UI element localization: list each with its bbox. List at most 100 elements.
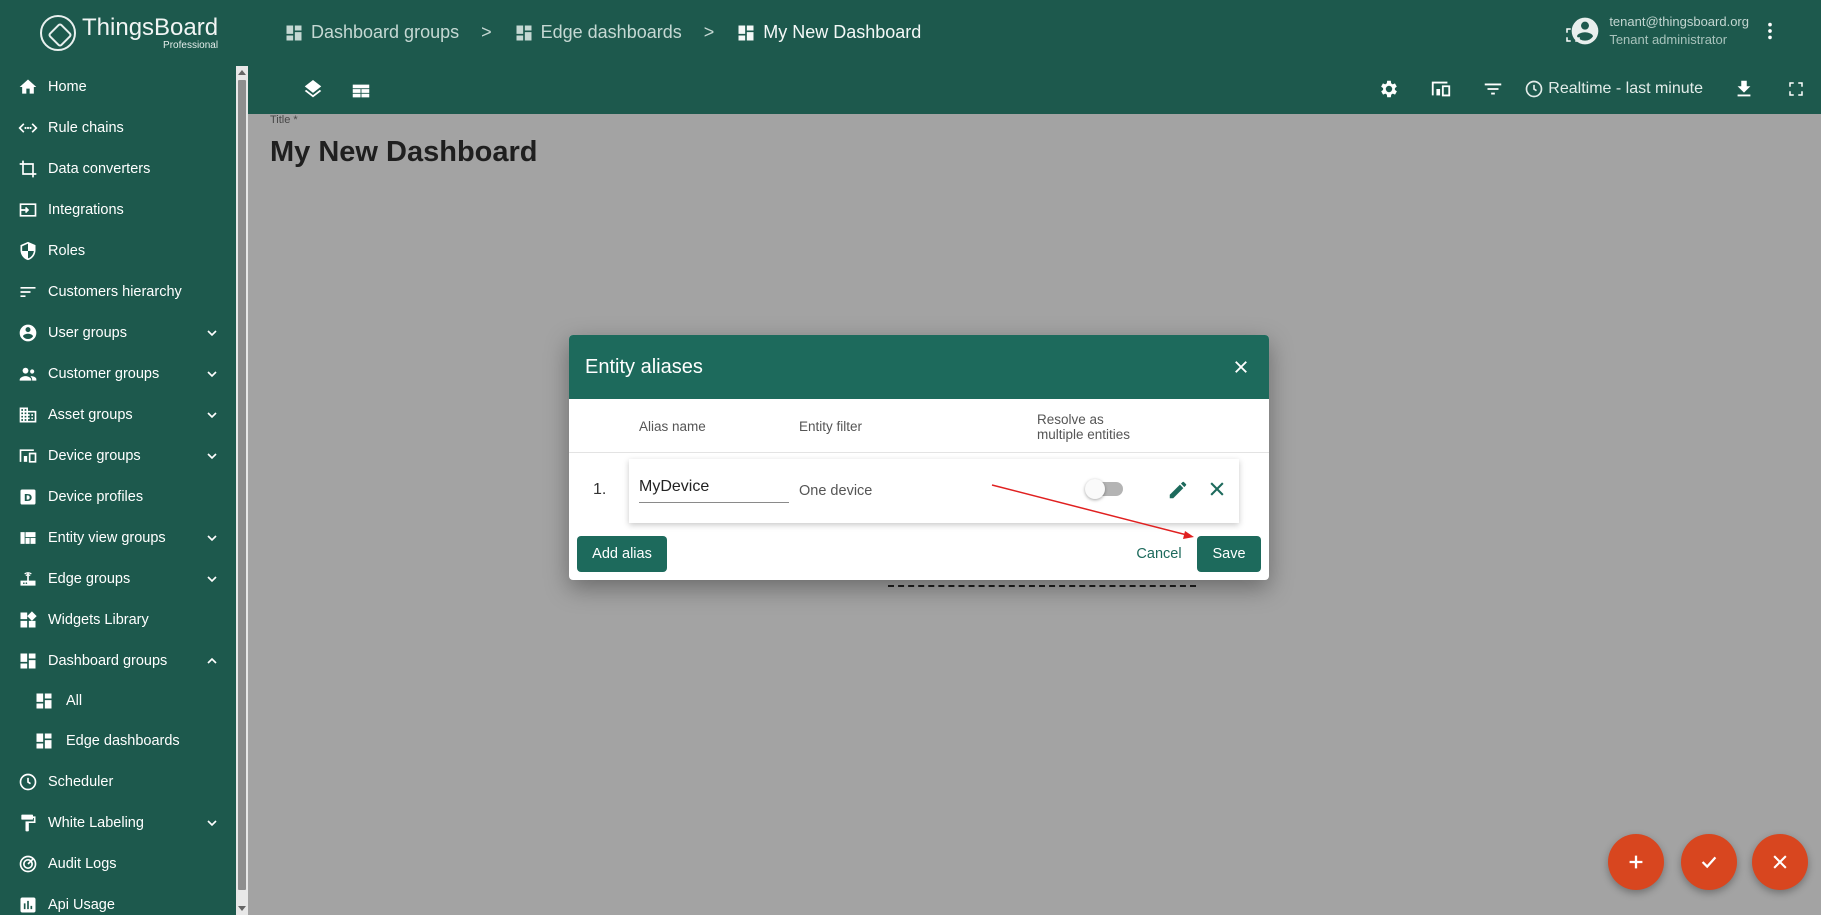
breadcrumb-label: My New Dashboard [763,22,922,42]
sidebar-scrollbar[interactable] [236,66,248,915]
cancel-button[interactable]: Cancel [1127,536,1191,572]
layout-icon[interactable] [350,80,372,102]
sidebar-item-data-converters[interactable]: Data converters [0,148,236,189]
decline-changes-button[interactable] [1752,834,1808,890]
alias-name-input[interactable]: MyDevice [639,475,789,503]
dashboard-toolbar-right: Realtime - last minute [1378,78,1821,100]
sidebar-item-label: Widgets Library [48,611,149,628]
settings-icon[interactable] [1378,78,1400,100]
sidebar-item-label: Dashboard groups [48,652,168,669]
home-icon [17,76,39,98]
view-quilt-icon [17,527,39,549]
user-menu[interactable]: tenant@thingsboard.org Tenant administra… [1569,14,1781,47]
row-number: 1. [593,481,607,498]
sidebar-item-label: User groups [48,324,127,341]
sort-icon [17,281,39,303]
dashboard-icon [17,650,39,672]
dashboard-title-input[interactable]: My New Dashboard [270,136,538,169]
close-icon[interactable] [1229,355,1253,379]
sidebar-item-customer-groups[interactable]: Customer groups [0,353,236,394]
logo-edition: Professional [163,39,219,51]
scroll-down-arrow-icon[interactable] [238,906,246,911]
user-role: Tenant administrator [1609,32,1728,47]
title-field-label: Title * [270,114,298,126]
sidebar-item-label: Data converters [48,160,151,177]
sidebar-item-widgets-library[interactable]: Widgets Library [0,599,236,640]
sidebar-item-audit-logs[interactable]: Audit Logs [0,843,236,884]
sidebar-item-customers-hierarchy[interactable]: Customers hierarchy [0,271,236,312]
sidebar-item-white-labeling[interactable]: White Labeling [0,802,236,843]
device-profile-icon: D [17,486,39,508]
download-icon[interactable] [1733,78,1755,100]
plus-icon [1629,855,1643,869]
chevron-down-icon [207,453,217,460]
dashboard-icon [286,25,302,40]
chevron-down-icon [207,535,217,542]
clock-icon [1525,80,1543,98]
sidebar-item-rule-chains[interactable]: Rule chains [0,107,236,148]
sidebar-item-entity-view-groups[interactable]: Entity view groups [0,517,236,558]
chevron-down-icon [207,371,217,378]
sidebar-item-api-usage[interactable]: Api Usage [0,884,236,915]
close-icon[interactable] [1207,479,1229,501]
breadcrumb-edge-dashboards[interactable]: Edge dashboards [514,22,682,43]
sidebar-item-edge-groups[interactable]: Edge groups [0,558,236,599]
sidebar-item-home[interactable]: Home [0,66,236,107]
apply-changes-button[interactable] [1681,834,1737,890]
sidebar-item-dashboard-groups[interactable]: Dashboard groups [0,640,236,681]
sidebar-item-label: Device groups [48,447,141,464]
sidebar-item-user-groups[interactable]: User groups [0,312,236,353]
sidebar-item-label: Edge groups [48,570,131,587]
logo[interactable]: ThingsBoard Professional [0,0,248,66]
add-alias-button[interactable]: Add alias [577,536,667,572]
resolve-multiple-toggle[interactable] [1085,479,1123,499]
chevron-down-icon [207,330,217,337]
scroll-up-arrow-icon[interactable] [238,70,246,75]
avatar [1571,17,1599,44]
dashboard-toolbar-left [302,80,372,102]
fullscreen-icon[interactable] [1785,78,1807,100]
add-widget-button[interactable] [1608,834,1664,890]
data-converters-icon [17,158,39,180]
breadcrumb: Dashboard groups > Edge dashboards > My … [284,22,921,43]
edit-icon[interactable] [1167,479,1189,501]
toggle-knob [1085,479,1105,499]
chevron-down-icon [207,820,217,827]
clock-icon [17,771,39,793]
layers-icon[interactable] [302,80,324,102]
sidebar-item-asset-groups[interactable]: Asset groups [0,394,236,435]
save-button[interactable]: Save [1197,536,1261,572]
entity-aliases-icon[interactable] [1430,78,1452,100]
sidebar-item-label: Rule chains [48,119,124,136]
sidebar-item-device-profiles[interactable]: D Device profiles [0,476,236,517]
svg-text:D: D [24,493,32,504]
logo-name: ThingsBoard [82,13,219,41]
column-resolve-multiple: Resolve as multiple entities [1037,412,1130,443]
timewindow-label: Realtime - last minute [1548,80,1703,97]
sidebar-item-scheduler[interactable]: Scheduler [0,761,236,802]
entity-aliases-dialog: Entity aliases Alias name Entity filter … [569,335,1269,580]
thingsboard-logo-icon [40,15,76,51]
timewindow[interactable]: Realtime - last minute [1524,79,1703,99]
breadcrumb-dashboard-groups[interactable]: Dashboard groups [284,22,459,43]
column-alias-name: Alias name [639,419,706,434]
more-vert-icon[interactable] [1759,20,1781,42]
sidebar-nav: Home Rule chains Data converters Integra… [0,66,236,915]
scrollbar-thumb[interactable] [238,80,246,890]
breadcrumb-label: Edge dashboards [540,22,682,42]
sidebar-item-all[interactable]: All [0,681,236,721]
rule-chains-icon [17,117,39,139]
devices-icon [17,445,39,467]
sidebar-item-label: Customer groups [48,365,160,382]
sidebar-item-label: Roles [48,242,86,259]
sidebar-item-label: Device profiles [48,488,144,505]
sidebar-item-integrations[interactable]: Integrations [0,189,236,230]
router-icon [17,568,39,590]
sidebar-item-edge-dashboards[interactable]: Edge dashboards [0,721,236,761]
sidebar-item-roles[interactable]: Roles [0,230,236,271]
sidebar-item-device-groups[interactable]: Device groups [0,435,236,476]
widgets-icon [17,609,39,631]
filter-icon[interactable] [1482,78,1504,100]
chevron-up-icon [207,657,217,664]
sidebar-item-label: Scheduler [48,773,114,790]
